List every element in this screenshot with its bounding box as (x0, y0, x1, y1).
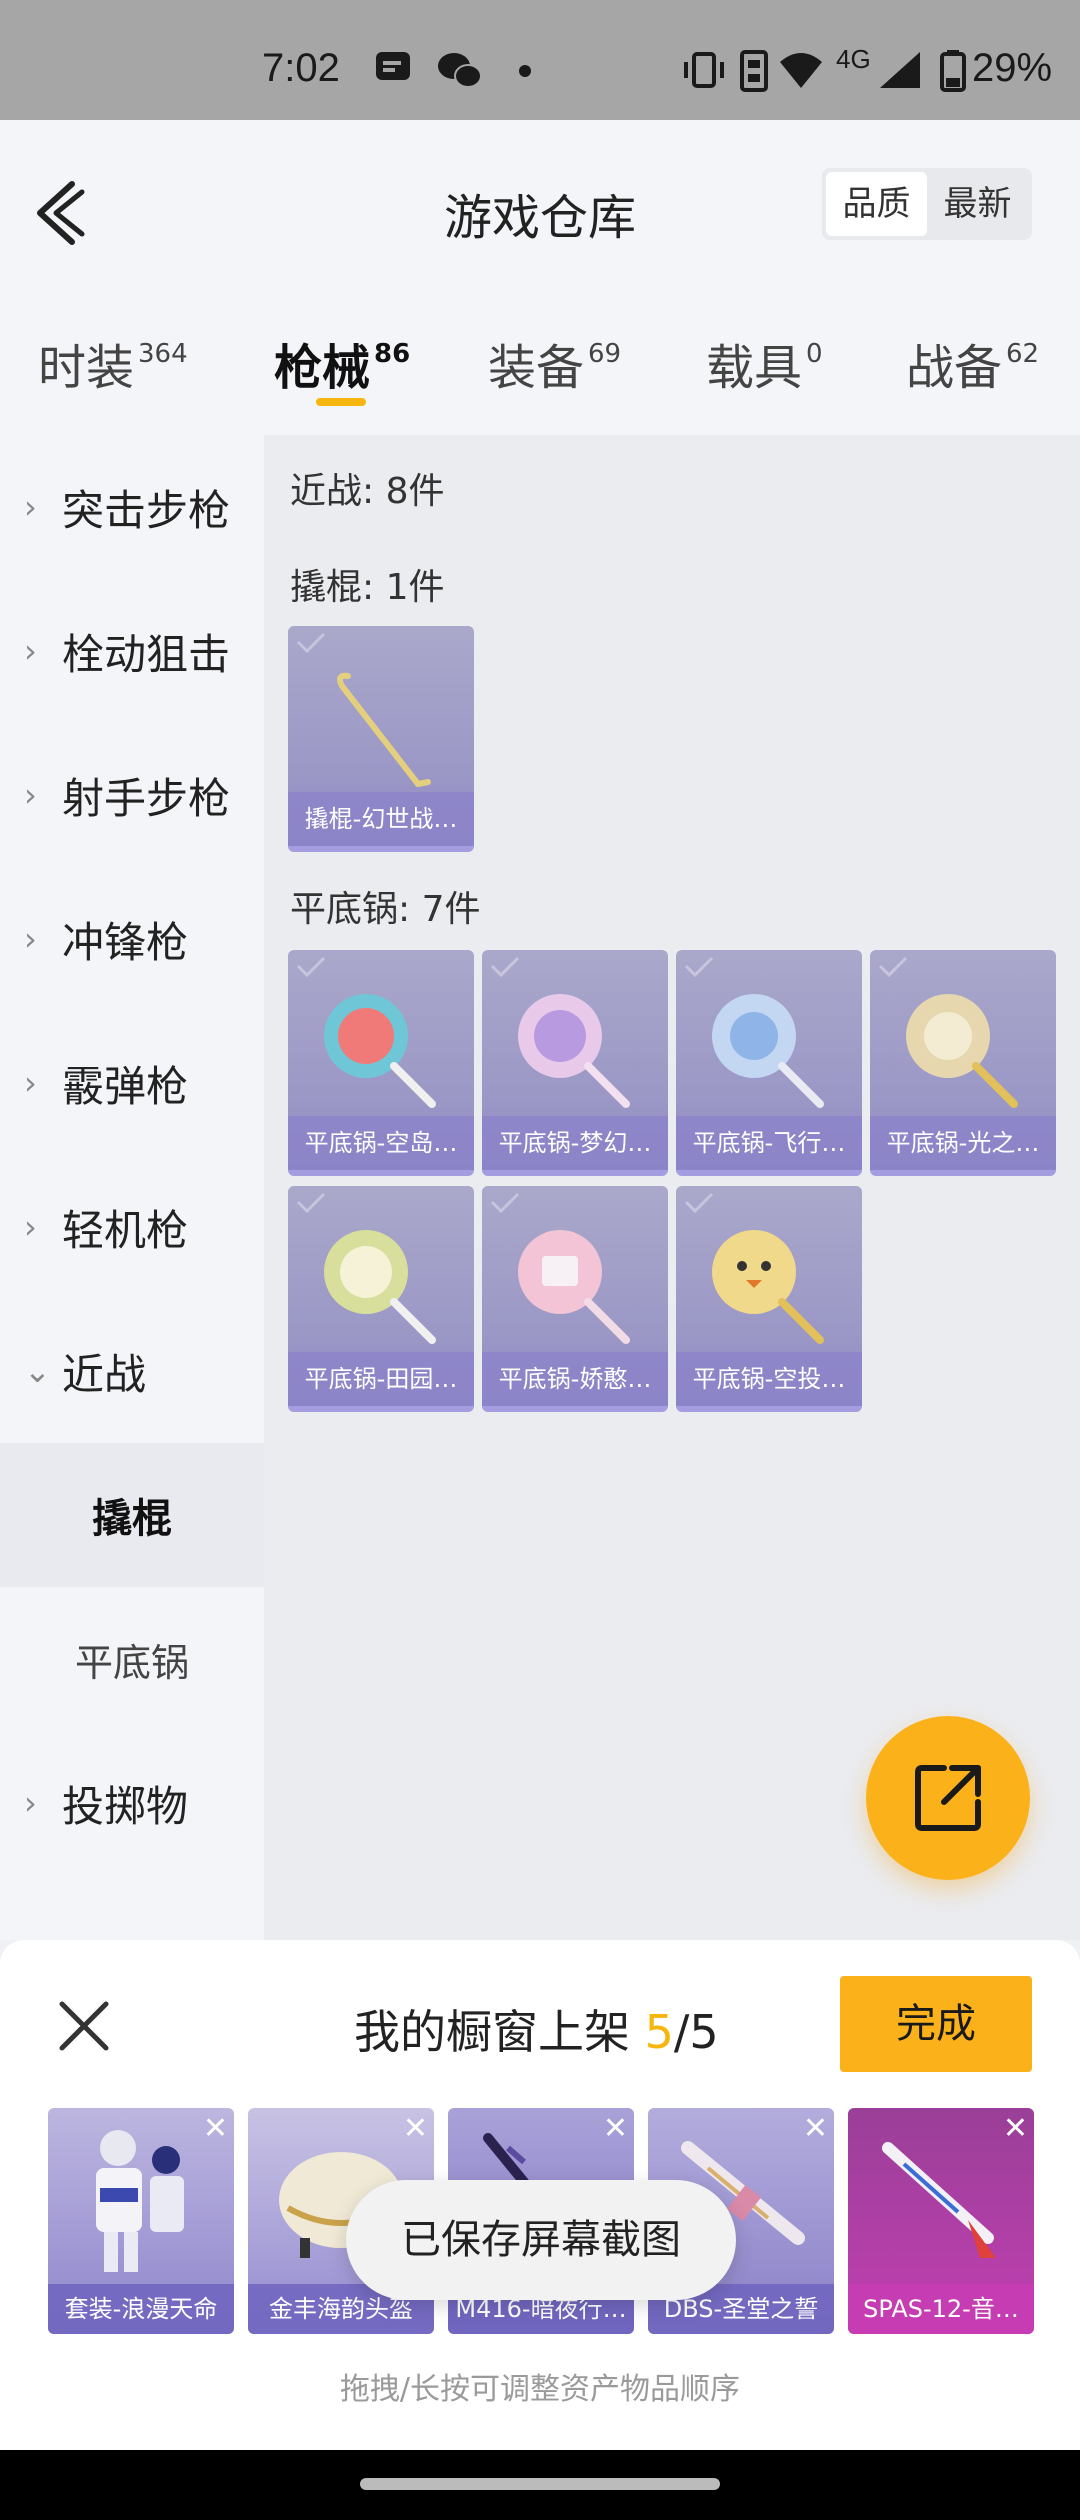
chevron-right-icon: › (24, 920, 37, 958)
item-card-label: 平底锅-飞行… (676, 1116, 862, 1170)
share-fab-button[interactable] (866, 1716, 1030, 1880)
pan-icon (518, 1230, 630, 1344)
wechat-icon (438, 53, 482, 88)
chevron-right-icon: › (24, 1064, 37, 1102)
item-card-label: 撬棍-幻世战… (288, 792, 474, 846)
tab-guns[interactable]: 枪械 86 (274, 328, 410, 398)
item-card-label: 平底锅-空岛… (288, 1116, 474, 1170)
item-card-pan[interactable]: 平底锅-田园… (288, 1186, 474, 1412)
sidebar-subitem-pan[interactable]: 平底锅 (0, 1587, 264, 1731)
sidebar-item-lmg[interactable]: › 轻机枪 (0, 1155, 264, 1299)
share-icon (915, 1765, 981, 1831)
status-time: 7:02 (262, 46, 340, 90)
sidebar-item-shotgun[interactable]: › 霰弹枪 (0, 1011, 264, 1155)
item-card-label: 平底锅-娇憨… (482, 1352, 668, 1406)
sort-newest-button[interactable]: 最新 (927, 172, 1028, 236)
pan-icon (518, 994, 630, 1108)
dot-icon (519, 65, 531, 77)
chevron-right-icon: › (24, 1784, 37, 1822)
section-crowbar-count: 撬棍: 1件 (290, 567, 445, 608)
sidebar-item-throwables[interactable]: › 投掷物 (0, 1731, 264, 1875)
section-melee-count: 近战: 8件 (290, 471, 445, 512)
tab-equipment[interactable]: 装备 69 (488, 328, 621, 398)
showcase-count-current: 5 (644, 2005, 674, 2059)
pan-icon (324, 994, 436, 1108)
tab-vehicles[interactable]: 载具 0 (706, 328, 823, 398)
weapon-category-sidebar: › 突击步枪 › 栓动狙击 › 射手步枪 › 冲锋枪 › 霰弹枪 › 轻机枪 ⌄ 近战 撬棍 … (0, 435, 264, 1940)
message-icon (376, 52, 410, 80)
chevron-right-icon: › (24, 632, 37, 670)
sidebar-item-melee[interactable]: ⌄ 近战 (0, 1299, 264, 1443)
chevron-right-icon: › (24, 776, 37, 814)
check-icon (684, 956, 714, 978)
item-card-crowbar[interactable]: 撬棍-幻世战… (288, 626, 474, 852)
sidebar-item-assault-rifle[interactable]: › 突击步枪 (0, 435, 264, 579)
item-card-pan[interactable]: 平底锅-空岛… (288, 950, 474, 1176)
status-bar: 7:02 4G 29% (0, 0, 1080, 120)
shelf-item-label: 套装-浪漫天命 (48, 2284, 234, 2334)
close-icon[interactable] (58, 2000, 110, 2052)
pan-icon (324, 1230, 436, 1344)
reorder-hint: 拖拽/长按可调整资产物品顺序 (339, 2372, 741, 2407)
check-icon (296, 1192, 326, 1214)
remove-icon[interactable]: ✕ (803, 2114, 828, 2144)
battery-percent: 29% (972, 46, 1053, 90)
remove-icon[interactable]: ✕ (603, 2114, 628, 2144)
section-pan-count: 平底锅: 7件 (290, 889, 481, 930)
done-button[interactable]: 完成 (840, 1976, 1032, 2072)
check-icon (490, 1192, 520, 1214)
check-icon (490, 956, 520, 978)
sort-quality-button[interactable]: 品质 (826, 172, 927, 236)
vibrate-icon (684, 52, 724, 88)
showcase-count-total: 5 (689, 2005, 719, 2059)
check-icon (296, 956, 326, 978)
wifi-icon (780, 53, 822, 88)
sidebar-item-marksman-rifle[interactable]: › 射手步枪 (0, 723, 264, 867)
pan-icon (906, 994, 1018, 1108)
sort-toggle: 品质 最新 (822, 168, 1032, 240)
chevron-down-icon: ⌄ (24, 1352, 51, 1390)
shelf-item[interactable]: ✕ SPAS-12-音… (848, 2108, 1034, 2334)
home-gesture-handle[interactable] (360, 2478, 720, 2490)
item-card-pan[interactable]: 平底锅-娇憨… (482, 1186, 668, 1412)
item-card-label: 平底锅-田园… (288, 1352, 474, 1406)
network-label: 4G (836, 44, 871, 74)
active-tab-indicator (316, 398, 366, 406)
item-card-label: 平底锅-梦幻… (482, 1116, 668, 1170)
chevron-right-icon: › (24, 1208, 37, 1246)
check-icon (684, 1192, 714, 1214)
item-card-pan[interactable]: 平底锅-光之… (870, 950, 1056, 1176)
tab-supplies[interactable]: 战备 62 (906, 328, 1039, 398)
remove-icon[interactable]: ✕ (1003, 2114, 1028, 2144)
signal-icon (880, 52, 920, 88)
category-tabs: 时装 364 枪械 86 装备 69 载具 0 战备 62 (0, 290, 1080, 435)
chevron-right-icon: › (24, 488, 37, 526)
shelf-item-label: SPAS-12-音… (848, 2284, 1034, 2334)
screenshot-toast: 已保存屏幕截图 (346, 2180, 736, 2300)
system-nav-bar (0, 2450, 1080, 2520)
item-card-pan[interactable]: 平底锅-飞行… (676, 950, 862, 1176)
remove-icon[interactable]: ✕ (403, 2114, 428, 2144)
tab-fashion[interactable]: 时装 364 (38, 328, 188, 398)
sim-icon (740, 50, 768, 92)
remove-icon[interactable]: ✕ (203, 2114, 228, 2144)
item-card-pan[interactable]: 平底锅-梦幻… (482, 950, 668, 1176)
item-card-pan[interactable]: 平底锅-空投… (676, 1186, 862, 1412)
crowbar-icon (337, 672, 431, 787)
sidebar-item-bolt-sniper[interactable]: › 栓动狙击 (0, 579, 264, 723)
item-card-label: 平底锅-空投… (676, 1352, 862, 1406)
pan-icon (712, 1230, 824, 1344)
shelf-item[interactable]: ✕ 套装-浪漫天命 (48, 2108, 234, 2334)
showcase-title: 我的橱窗上架 5/5 (354, 2005, 719, 2059)
battery-icon (940, 50, 966, 92)
pan-icon (712, 994, 824, 1108)
app-header: 游戏仓库 品质 最新 (0, 120, 1080, 290)
item-card-label: 平底锅-光之… (870, 1116, 1056, 1170)
check-icon (296, 632, 326, 654)
check-icon (878, 956, 908, 978)
sidebar-item-smg[interactable]: › 冲锋枪 (0, 867, 264, 1011)
sidebar-subitem-crowbar[interactable]: 撬棍 (0, 1443, 264, 1587)
